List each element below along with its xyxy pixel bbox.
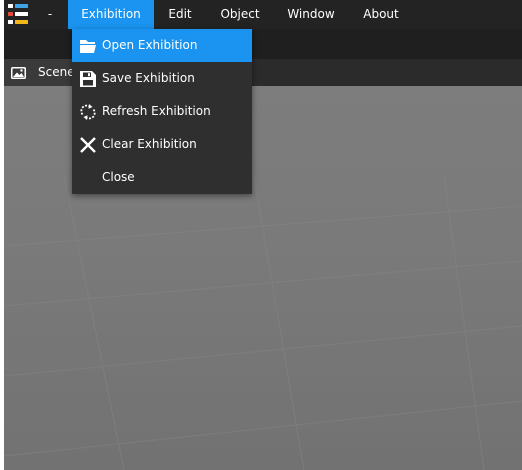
- close-x-icon: [78, 135, 98, 155]
- menu-exhibition[interactable]: Exhibition: [68, 0, 154, 29]
- menu-dash[interactable]: -: [42, 0, 58, 29]
- menu-item-label: Refresh Exhibition: [102, 104, 211, 118]
- tab-scene-label: Scene: [38, 65, 75, 79]
- floppy-disk-icon: [78, 69, 98, 89]
- image-icon: [11, 67, 26, 82]
- menu-item-label: Save Exhibition: [102, 71, 195, 85]
- exhibition-dropdown: Open Exhibition Save Exhibition Refresh …: [72, 29, 252, 194]
- menu-edit[interactable]: Edit: [164, 0, 196, 29]
- app-window: - Exhibition Edit Object Window About Sc…: [4, 0, 522, 470]
- refresh-icon: [78, 102, 98, 122]
- menu-item-open-exhibition[interactable]: Open Exhibition: [72, 29, 252, 62]
- menu-object[interactable]: Object: [217, 0, 263, 29]
- menu-item-close[interactable]: Close: [72, 161, 252, 194]
- menu-item-label: Open Exhibition: [102, 38, 198, 52]
- menu-item-refresh-exhibition[interactable]: Refresh Exhibition: [72, 95, 252, 128]
- menu-item-label: Close: [102, 170, 135, 184]
- menu-item-label: Clear Exhibition: [102, 137, 197, 151]
- folder-open-icon: [78, 36, 98, 56]
- app-logo: [4, 1, 32, 28]
- menu-window[interactable]: Window: [284, 0, 338, 29]
- tab-scene[interactable]: Scene: [4, 59, 75, 86]
- menu-item-save-exhibition[interactable]: Save Exhibition: [72, 62, 252, 95]
- menu-item-clear-exhibition[interactable]: Clear Exhibition: [72, 128, 252, 161]
- menu-bar: - Exhibition Edit Object Window About: [4, 0, 522, 29]
- menu-about[interactable]: About: [360, 0, 402, 29]
